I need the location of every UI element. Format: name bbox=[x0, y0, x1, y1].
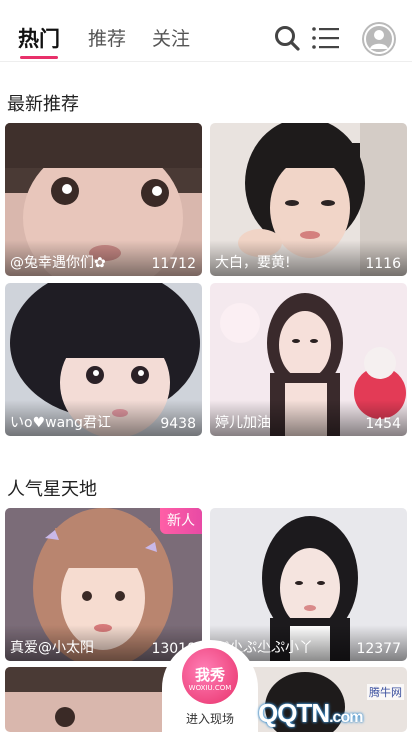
woxiu-logo-subtext: WOXIU.COM bbox=[188, 684, 232, 692]
live-card[interactable]: @兔幸遇你们✿ 11712 bbox=[5, 123, 202, 276]
live-card[interactable]: 婷儿加油 1454 bbox=[210, 283, 407, 436]
watermark-site-label: 腾牛网 bbox=[367, 684, 404, 700]
streamer-name: 大白，要黄! bbox=[215, 255, 291, 271]
viewer-count: 11712 bbox=[151, 256, 196, 272]
tab-follow[interactable]: 关注 bbox=[152, 24, 190, 51]
enter-live-label: 进入现场 bbox=[185, 712, 234, 726]
streamer-name: 婷儿加油 bbox=[215, 415, 271, 431]
section-title-latest: 最新推荐 bbox=[7, 94, 79, 115]
app-screen: 热门 推荐 关注 最新推荐 @兔幸遇你们✿ 11712 大白，要黄! 1116 … bbox=[0, 0, 412, 732]
viewer-count: 12377 bbox=[356, 641, 401, 657]
section-title-popular: 人气星天地 bbox=[7, 479, 97, 500]
enter-live-button[interactable]: 我秀 WOXIU.COM 进入现场 bbox=[162, 640, 258, 732]
live-card[interactable]: いo♥wang君讧 9438 bbox=[5, 283, 202, 436]
streamer-name: @兔幸遇你们✿ bbox=[10, 255, 106, 271]
avatar-icon[interactable] bbox=[362, 22, 396, 56]
watermark-brand: QQTN.com bbox=[258, 698, 363, 728]
live-card[interactable]: ぷ尐ぷ尐ぷ小丫 12377 bbox=[210, 508, 407, 661]
tab-recommend[interactable]: 推荐 bbox=[88, 24, 126, 51]
viewer-count: 1116 bbox=[365, 256, 401, 272]
woxiu-logo-text: 我秀 bbox=[194, 666, 225, 684]
active-tab-indicator bbox=[20, 56, 58, 59]
streamer-name: いo♥wang君讧 bbox=[10, 415, 111, 431]
list-icon[interactable] bbox=[312, 26, 340, 50]
viewer-count: 9438 bbox=[160, 416, 196, 432]
live-card[interactable]: 大白，要黄! 1116 bbox=[210, 123, 407, 276]
viewer-count: 1454 bbox=[365, 416, 401, 432]
streamer-name: 真爱@小太阳 bbox=[10, 640, 94, 656]
tab-hot[interactable]: 热门 bbox=[18, 23, 60, 53]
qqtn-watermark: 腾牛网 QQTN.com bbox=[258, 680, 408, 728]
new-badge: 新人 bbox=[160, 508, 202, 534]
search-icon[interactable] bbox=[273, 24, 301, 52]
live-card[interactable]: 新人 真爱@小太阳 13018 bbox=[5, 508, 202, 661]
top-nav-bar: 热门 推荐 关注 bbox=[0, 0, 412, 62]
